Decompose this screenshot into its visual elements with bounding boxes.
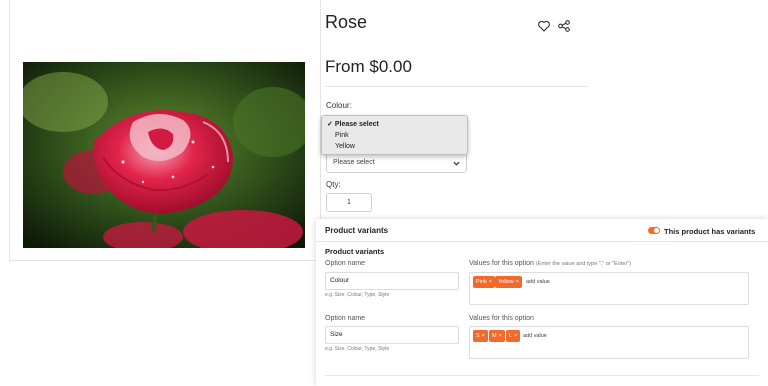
dropdown-option-selected[interactable]: ✓ Please select (322, 119, 467, 130)
chevron-down-icon (453, 161, 460, 166)
option-help-text: e.g. Size, Colour, Type, Style (325, 346, 390, 352)
tag-label: M (492, 333, 497, 339)
has-variants-toggle[interactable] (648, 227, 660, 234)
panel-title: Product variants (325, 226, 389, 235)
value-tag-l: L × (506, 330, 521, 342)
option-help-text: e.g. Size, Colour, Type, Style (325, 292, 390, 298)
tag-remove-icon[interactable]: × (516, 279, 519, 285)
values-label: Values for this option (469, 315, 534, 322)
tag-remove-icon[interactable]: × (482, 333, 485, 339)
variants-panel: Product variants This product has varian… (316, 219, 768, 386)
tag-remove-icon[interactable]: × (499, 333, 502, 339)
check-icon: ✓ (327, 121, 333, 128)
section-title: Product variants (325, 247, 385, 256)
values-hint: (Enter the value and type "," or "Enter"… (535, 261, 632, 267)
values-label-text: Values for this option (469, 260, 534, 267)
heart-icon[interactable] (537, 19, 551, 33)
toggle-label: This product has variants (664, 227, 756, 236)
value-tag-pink: Pink × (473, 276, 495, 288)
tag-label: L (509, 333, 513, 339)
quantity-input[interactable]: 1 (326, 193, 372, 212)
variants-panel-header: Product variants This product has varian… (316, 219, 768, 242)
select-value: Please select (333, 159, 375, 166)
tag-remove-icon[interactable]: × (514, 333, 517, 339)
divider (325, 86, 588, 87)
tag-label: Yellow (498, 279, 514, 285)
values-label: Values for this option (Enter the value … (469, 260, 631, 267)
option-name-label: Option name (325, 315, 366, 322)
qty-label: Qty: (326, 180, 341, 189)
product-title: Rose (325, 12, 368, 32)
option-name-input[interactable]: Size (325, 326, 459, 344)
add-value-input[interactable]: add value (523, 333, 547, 339)
add-value-input[interactable]: add value (526, 279, 550, 285)
option-values-input[interactable]: S × M × L × add value (469, 326, 749, 359)
option-label: Please select (334, 121, 379, 128)
colour-dropdown-menu[interactable]: ✓ Please select Pink Yellow (321, 115, 468, 155)
value-tag-m: M × (489, 330, 505, 342)
tag-remove-icon[interactable]: × (489, 279, 492, 285)
product-image-card (9, 0, 321, 261)
dropdown-option-pink[interactable]: Pink (322, 130, 467, 141)
value-tag-s: S × (473, 330, 488, 342)
divider (325, 375, 759, 376)
colour-label: Colour: (326, 101, 352, 110)
product-photo (23, 62, 305, 248)
size-select[interactable]: Please select (326, 153, 467, 173)
tag-label: S (476, 333, 480, 339)
product-price: From $0.00 (325, 57, 412, 76)
value-tag-yellow: Yellow × (495, 276, 522, 288)
dropdown-option-yellow[interactable]: Yellow (322, 141, 467, 152)
option-name-label: Option name (325, 260, 366, 267)
tag-label: Pink (476, 279, 487, 285)
option-name-input[interactable]: Colour (325, 272, 459, 290)
option-values-input[interactable]: Pink × Yellow × add value (469, 272, 749, 305)
share-icon[interactable] (557, 19, 571, 33)
